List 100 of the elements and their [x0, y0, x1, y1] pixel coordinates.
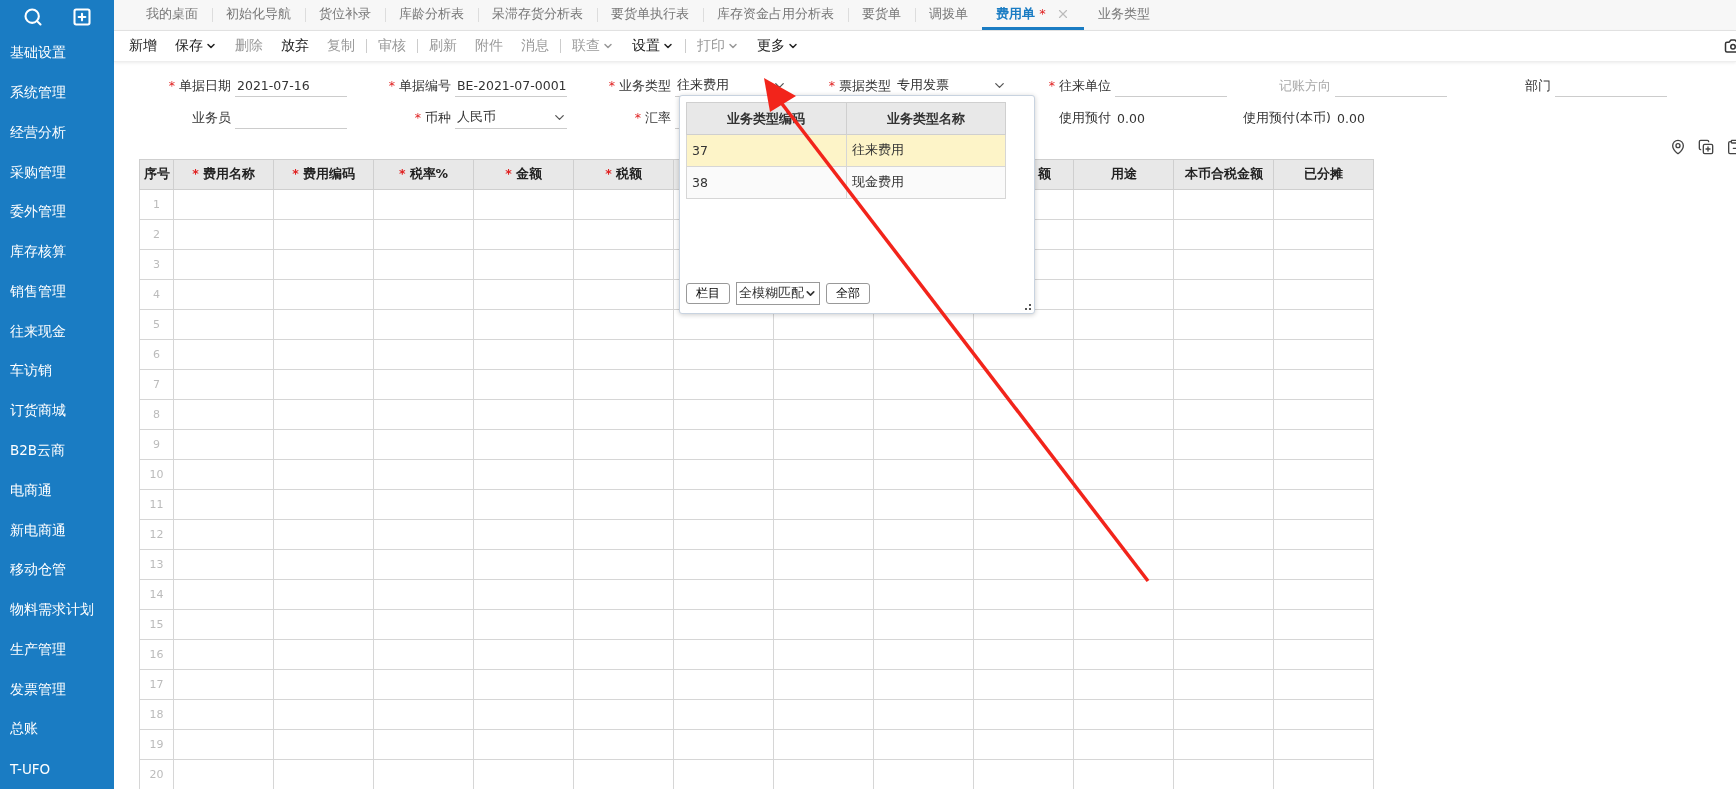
- toolbar-button[interactable]: 放弃: [272, 37, 318, 55]
- tab-label: 呆滞存货分析表: [492, 4, 583, 23]
- sidebar-item[interactable]: 系统管理: [0, 73, 114, 113]
- row-number: 18: [139, 699, 174, 730]
- field-label: * 单据编号: [387, 77, 452, 95]
- tab[interactable]: 业务类型: [1083, 0, 1164, 30]
- row-number: 20: [139, 759, 174, 789]
- tab-label: 要货单: [862, 4, 901, 23]
- option-row[interactable]: 38 现金费用: [686, 166, 1006, 199]
- column-header: 已分摊: [1273, 159, 1374, 190]
- tab[interactable]: 呆滞存货分析表: [478, 0, 597, 30]
- tab-label: 初始化导航: [226, 4, 291, 23]
- tab-label: 费用单 *: [996, 4, 1046, 23]
- input-field[interactable]: BE-2021-07-0001: [455, 75, 567, 97]
- row-number: 4: [139, 279, 174, 310]
- field-value: 0.00: [1336, 110, 1365, 126]
- column-header: * 金额: [473, 159, 574, 190]
- input-field[interactable]: 2021-07-16: [235, 75, 347, 97]
- tab-label: 业务类型: [1097, 4, 1150, 23]
- field-label: * 业务类型: [607, 77, 672, 95]
- field-label: * 单据日期: [167, 77, 232, 95]
- all-button[interactable]: 全部: [826, 283, 870, 304]
- tab-label: 库龄分析表: [399, 4, 464, 23]
- table-cell: 37: [686, 134, 846, 167]
- row-number: 19: [139, 729, 174, 760]
- row-number: 5: [139, 309, 174, 340]
- sidebar-item[interactable]: T-UFO: [0, 749, 114, 789]
- row-number: 16: [139, 639, 174, 670]
- tab[interactable]: 货位补录: [305, 0, 385, 30]
- row-number: 9: [139, 429, 174, 460]
- column-header: 用途: [1073, 159, 1174, 190]
- row-number: 10: [139, 459, 174, 490]
- row-number: 2: [139, 219, 174, 250]
- column-button[interactable]: 栏目: [686, 283, 730, 304]
- field-value: 0.00: [1116, 110, 1145, 126]
- tab[interactable]: 调拨单: [915, 0, 982, 30]
- sidebar-item[interactable]: 库存核算: [0, 232, 114, 273]
- row-number: 6: [139, 339, 174, 370]
- column-header: * 费用名称: [173, 159, 274, 190]
- sidebar-item[interactable]: B2B云商: [0, 431, 114, 471]
- row-number: 11: [139, 489, 174, 520]
- table-cell: 38: [686, 166, 846, 199]
- tab[interactable]: 库存资金占用分析表: [703, 0, 848, 30]
- sidebar-item[interactable]: 新电商通: [0, 510, 114, 551]
- row-number: 7: [139, 369, 174, 400]
- table-cell: 现金费用: [846, 166, 1006, 199]
- match-select[interactable]: 全模糊匹配: [736, 282, 820, 305]
- field-label: 使用预付: [1058, 109, 1112, 127]
- sidebar-item[interactable]: 销售管理: [0, 272, 114, 312]
- sidebar-item[interactable]: 经营分析: [0, 113, 114, 153]
- toolbar-button[interactable]: 保存: [166, 37, 226, 55]
- toolbar-button[interactable]: 新增: [120, 37, 166, 55]
- sidebar-item[interactable]: 采购管理: [0, 152, 114, 193]
- field-label: 记账方向: [1278, 77, 1332, 95]
- field-label: 部门: [1524, 77, 1552, 95]
- toolbar-button[interactable]: 设置: [623, 37, 683, 55]
- sidebar-item[interactable]: 基础设置: [0, 33, 114, 74]
- sidebar-item[interactable]: 总账: [0, 709, 114, 750]
- row-number: 1: [139, 189, 174, 220]
- sidebar-item[interactable]: 电商通: [0, 470, 114, 511]
- sidebar-item[interactable]: 往来现金: [0, 311, 114, 352]
- toolbar-button[interactable]: 更多: [748, 37, 808, 55]
- sidebar-item[interactable]: 车访销: [0, 351, 114, 392]
- row-number: 14: [139, 579, 174, 610]
- column-header: 本币合税金额: [1173, 159, 1274, 190]
- tab[interactable]: 初始化导航: [212, 0, 305, 30]
- option-row[interactable]: 37 往来费用: [686, 134, 1006, 167]
- tab-label: 调拨单: [929, 4, 968, 23]
- sidebar-item[interactable]: 生产管理: [0, 629, 114, 670]
- sidebar-item[interactable]: 订货商城: [0, 391, 114, 432]
- tab[interactable]: 要货单: [848, 0, 915, 30]
- field-label: 使用预付(本币): [1242, 109, 1332, 127]
- sidebar-item[interactable]: 委外管理: [0, 192, 114, 233]
- column-header: 业务类型名称: [846, 102, 1006, 135]
- column-header: 序号: [139, 159, 174, 190]
- table-cell: 往来费用: [846, 134, 1006, 167]
- row-number: 8: [139, 399, 174, 430]
- tab[interactable]: 要货单执行表: [597, 0, 703, 30]
- tab-label: 货位补录: [319, 4, 371, 23]
- field-label: * 票据类型: [827, 77, 892, 95]
- row-number: 12: [139, 519, 174, 550]
- tab-label: 我的桌面: [146, 4, 198, 23]
- field-label: 业务员: [191, 109, 232, 127]
- tab-label: 要货单执行表: [611, 4, 689, 23]
- tab-label: 库存资金占用分析表: [717, 4, 834, 23]
- row-number: 17: [139, 669, 174, 700]
- field-label: * 往来单位: [1047, 77, 1112, 95]
- sidebar-item[interactable]: 发票管理: [0, 669, 114, 710]
- select-field[interactable]: 人民币: [455, 107, 567, 129]
- field-label: * 币种: [413, 109, 452, 127]
- tab[interactable]: 费用单 *: [982, 0, 1084, 30]
- sidebar-item[interactable]: 物料需求计划: [0, 590, 114, 630]
- tab[interactable]: 我的桌面: [132, 0, 212, 30]
- row-number: 15: [139, 609, 174, 640]
- tab[interactable]: 库龄分析表: [385, 0, 478, 30]
- column-header: * 费用编码: [273, 159, 374, 190]
- sidebar-item[interactable]: 移动仓管: [0, 550, 114, 591]
- column-header: * 税率%: [373, 159, 474, 190]
- row-number: 3: [139, 249, 174, 280]
- row-number: 13: [139, 549, 174, 580]
